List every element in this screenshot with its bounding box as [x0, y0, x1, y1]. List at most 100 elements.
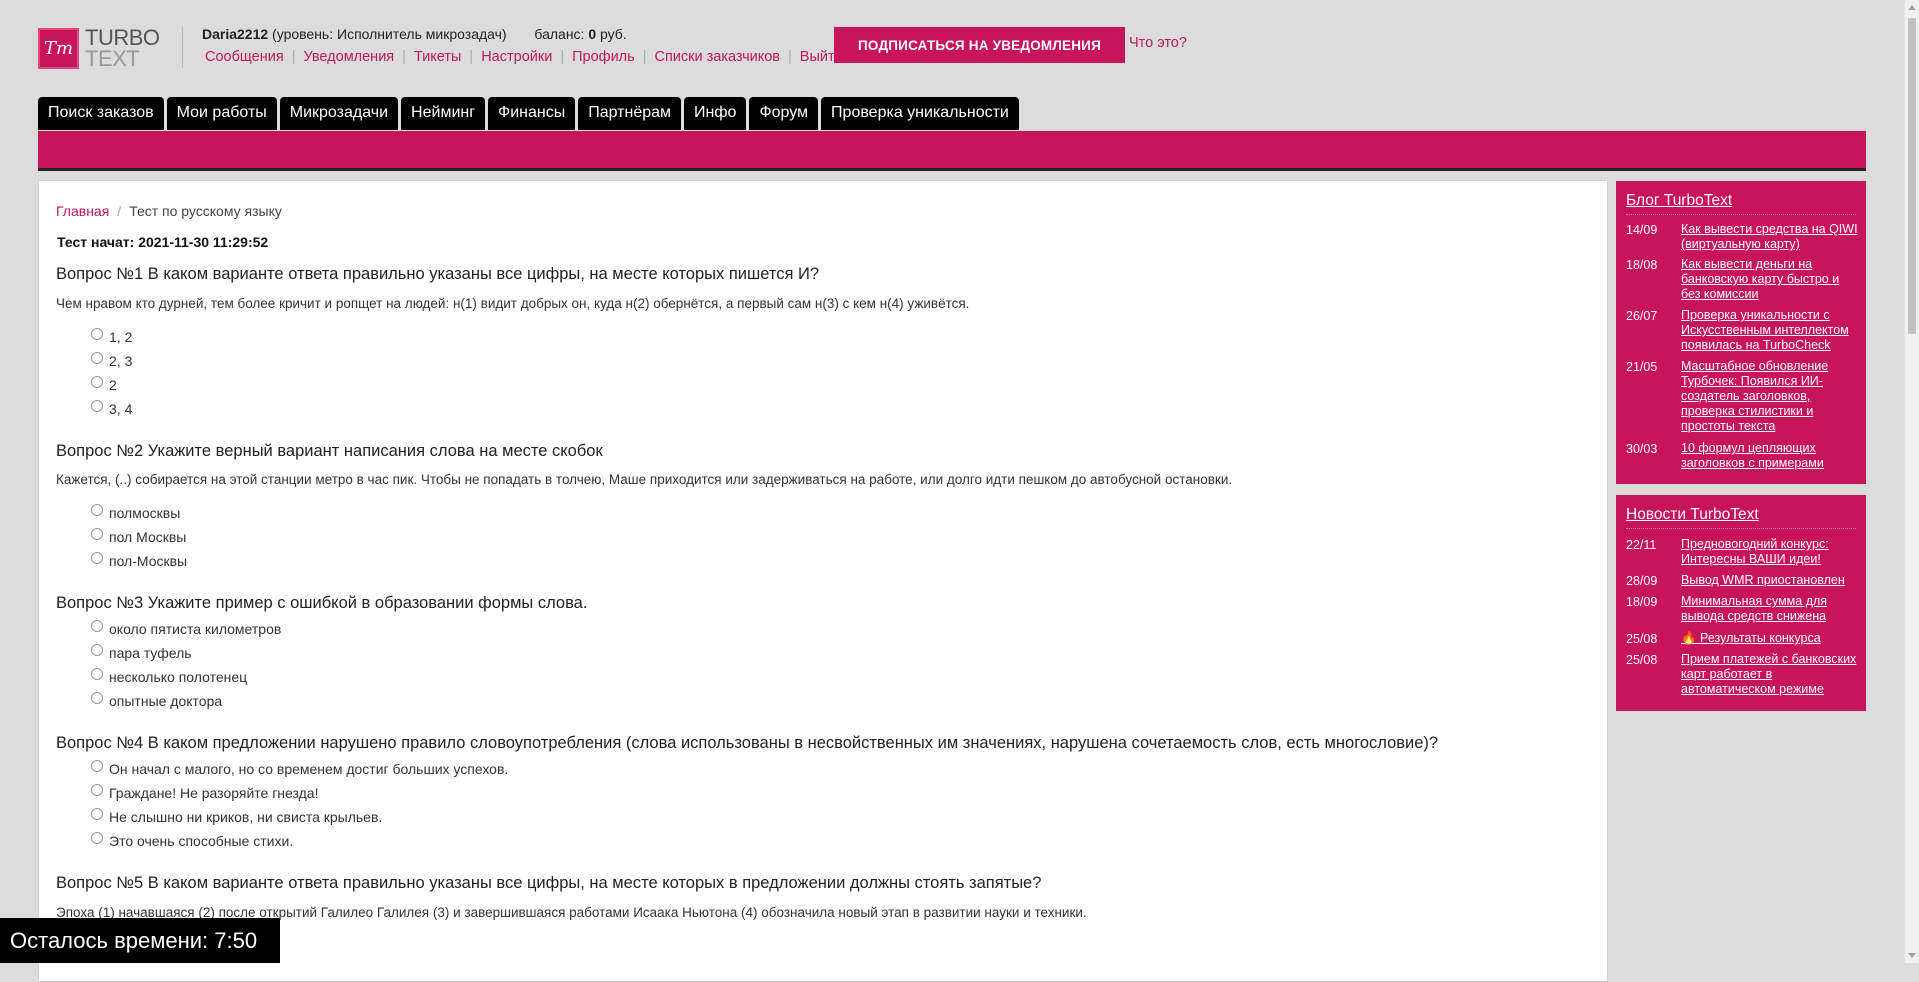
tab-info[interactable]: Инфо: [684, 97, 747, 130]
news-item-link[interactable]: 🔥 Результаты конкурса: [1681, 631, 1859, 646]
level-prefix: (уровень:: [268, 26, 338, 42]
scroll-thumb[interactable]: [1908, 18, 1916, 334]
question-5-title: Вопрос №5 В каком варианте ответа правил…: [56, 874, 1042, 892]
user-links: Сообщения | Уведомления | Тикеты | Настройки | П…: [205, 49, 843, 65]
news-panel: Новости TurboText 22/11 Предновогодний ко…: [1616, 495, 1866, 711]
news-item-link[interactable]: Прием платежей с банковских карт работае…: [1681, 652, 1859, 697]
user-info: Daria2212 (уровень: Исполнитель микрозад…: [202, 26, 627, 42]
tab-naming[interactable]: Нейминг: [401, 97, 486, 130]
question-2-option-2[interactable]: пол Москвы: [91, 528, 186, 545]
question-2-option-3[interactable]: пол-Москвы: [91, 552, 187, 569]
level-suffix: ): [501, 26, 507, 42]
news-item-date: 22/11: [1626, 538, 1657, 552]
tab-my-works[interactable]: Мои работы: [166, 97, 277, 130]
radio-button[interactable]: [91, 668, 103, 680]
radio-button[interactable]: [91, 376, 103, 388]
settings-link[interactable]: Настройки: [481, 49, 552, 65]
radio-button[interactable]: [91, 832, 103, 844]
radio-button[interactable]: [91, 692, 103, 704]
news-item-date: 25/08: [1626, 632, 1658, 646]
question-2-option-1[interactable]: полмосквы: [91, 504, 180, 521]
logo-text-line1: TURBO: [85, 25, 160, 50]
news-item-link[interactable]: Предновогодний конкурс: Интересны ВАШИ и…: [1681, 537, 1859, 567]
question-1-option-3[interactable]: 2: [91, 376, 117, 393]
radio-button[interactable]: [91, 808, 103, 820]
balance-label: баланс:: [534, 26, 589, 42]
radio-button[interactable]: [91, 644, 103, 656]
notifications-link[interactable]: Уведомления: [303, 49, 394, 65]
news-item-link[interactable]: Вывод WMR приостановлен: [1681, 573, 1859, 588]
subscribe-notifications-button[interactable]: ПОДПИСАТЬСЯ НА УВЕДОМЛЕНИЯ: [834, 27, 1125, 63]
blog-panel: Блог TurboText 14/09 Как вывести средства…: [1616, 181, 1866, 484]
question-4-option-1[interactable]: Он начал с малого, но со временем достиг…: [91, 760, 508, 777]
radio-button[interactable]: [91, 784, 103, 796]
blog-item: 26/07 Проверка уникальности с Искусственн…: [1626, 308, 1862, 353]
radio-button[interactable]: [91, 504, 103, 516]
tab-forum[interactable]: Форум: [749, 97, 819, 130]
question-4-option-3[interactable]: Не слышно ни криков, ни свиста крыльев.: [91, 808, 382, 825]
radio-button[interactable]: [91, 620, 103, 632]
question-1-option-2[interactable]: 2, 3: [91, 352, 132, 369]
scroll-down-arrow-icon[interactable]: [1908, 953, 1916, 958]
question-3-option-4[interactable]: опытные доктора: [91, 692, 222, 709]
blog-item-link[interactable]: Масштабное обновление Турбочек: Появился…: [1681, 359, 1859, 434]
blog-item-link[interactable]: Как вывести деньги на банковскую карту б…: [1681, 257, 1859, 302]
question-1-text: Чем нравом кто дурней, тем более кричит …: [56, 296, 970, 311]
logo[interactable]: Tт TURBO TEXT: [38, 26, 163, 70]
blog-item-link[interactable]: Проверка уникальности с Искусственным ин…: [1681, 308, 1859, 353]
messages-link[interactable]: Сообщения: [205, 49, 284, 65]
question-1-title: Вопрос №1 В каком варианте ответа правил…: [56, 265, 820, 283]
page-scrollbar[interactable]: [1904, 0, 1919, 963]
blog-item-link[interactable]: Как вывести средства на QIWI (виртуальну…: [1681, 222, 1859, 252]
tab-partners[interactable]: Партнёрам: [578, 97, 682, 130]
question-2-text: Кажется, (..) собирается на этой станции…: [56, 472, 1233, 487]
tab-finance[interactable]: Финансы: [488, 97, 576, 130]
radio-button[interactable]: [91, 760, 103, 772]
question-3-option-1[interactable]: около пятиста километров: [91, 620, 281, 637]
news-item: 22/11 Предновогодний конкурс: Интересны В…: [1626, 537, 1862, 567]
tab-uniqueness-check[interactable]: Проверка уникальности: [821, 97, 1019, 130]
level-link[interactable]: Исполнитель микрозадач: [337, 26, 502, 42]
tab-microtasks[interactable]: Микрозадачи: [279, 97, 399, 130]
blog-item-link[interactable]: 10 формул цепляющих заголовков с примера…: [1681, 441, 1859, 471]
breadcrumb-current: Тест по русскому языку: [129, 203, 282, 219]
tickets-link[interactable]: Тикеты: [414, 49, 461, 65]
question-1-option-4[interactable]: 3, 4: [91, 400, 132, 417]
username-link[interactable]: Daria2212: [202, 26, 268, 42]
blog-item-date: 21/05: [1626, 360, 1658, 374]
question-3-option-3[interactable]: несколько полотенец: [91, 668, 247, 685]
question-2-title: Вопрос №2 Укажите верный вариант написан…: [56, 442, 603, 460]
profile-link[interactable]: Профиль: [572, 49, 635, 65]
blog-item: 14/09 Как вывести средства на QIWI (вирту…: [1626, 222, 1862, 252]
radio-button[interactable]: [91, 328, 103, 340]
radio-button[interactable]: [91, 552, 103, 564]
question-3-option-2[interactable]: пара туфель: [91, 644, 192, 661]
blog-title-link[interactable]: Блог TurboText: [1626, 192, 1732, 210]
tab-order-search[interactable]: Поиск заказов: [38, 97, 164, 130]
news-item: 28/09 Вывод WMR приостановлен: [1626, 573, 1862, 588]
breadcrumb-home-link[interactable]: Главная: [56, 203, 109, 219]
question-4-option-4[interactable]: Это очень способные стихи.: [91, 832, 293, 849]
test-start-time: Тест начат: 2021-11-30 11:29:52: [57, 234, 269, 250]
blog-item-date: 26/07: [1626, 309, 1658, 323]
blog-item: 30/03 10 формул цепляющих заголовков с пр…: [1626, 441, 1862, 471]
radio-button[interactable]: [91, 528, 103, 540]
scroll-up-arrow-icon[interactable]: [1908, 5, 1916, 10]
question-4-option-2[interactable]: Граждане! Не разоряйте гнезда!: [91, 784, 318, 801]
main-nav: Поиск заказов Мои работы Микрозадачи Ней…: [38, 97, 1022, 130]
question-1-option-1[interactable]: 1, 2: [91, 328, 132, 345]
blog-item: 21/05 Масштабное обновление Турбочек: Поя…: [1626, 359, 1862, 434]
news-item-link[interactable]: Минимальная сумма для вывода средств сни…: [1681, 594, 1859, 624]
logo-badge: Tт: [38, 27, 79, 69]
balance-value: 0: [588, 26, 597, 42]
customer-lists-link[interactable]: Списки заказчиков: [654, 49, 780, 65]
question-3-title: Вопрос №3 Укажите пример с ошибкой в обр…: [56, 594, 588, 612]
question-4-title: Вопрос №4 В каком предложении нарушено п…: [56, 734, 1439, 752]
news-item: 18/09 Минимальная сумма для вывода средст…: [1626, 594, 1862, 624]
time-remaining: Осталось времени: 7:50: [0, 918, 280, 963]
what-is-this-link[interactable]: Что это?: [1129, 35, 1187, 51]
radio-button[interactable]: [91, 400, 103, 412]
radio-button[interactable]: [91, 352, 103, 364]
blog-item-date: 30/03: [1626, 442, 1658, 456]
news-title-link[interactable]: Новости TurboText: [1626, 506, 1759, 524]
